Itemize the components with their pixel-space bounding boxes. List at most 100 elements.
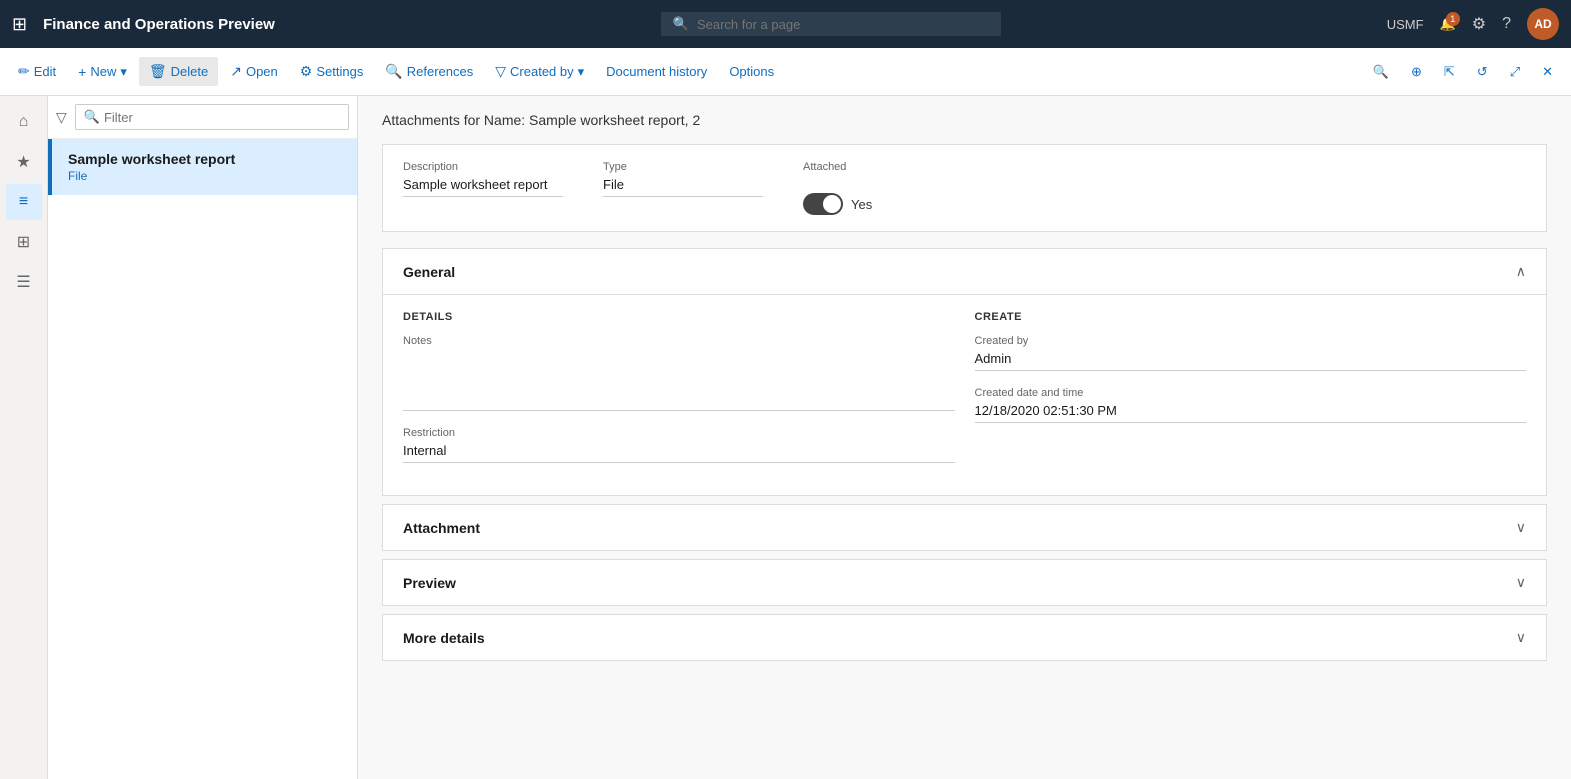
attachment-info: Description Sample worksheet report Type…	[382, 144, 1547, 232]
details-heading: DETAILS	[403, 311, 955, 323]
created-by-label: Created by	[975, 335, 1527, 347]
toolbar-search-button[interactable]: 🔍	[1363, 58, 1399, 86]
filter-icon: ▽	[495, 63, 506, 80]
general-section-title: General	[403, 264, 455, 280]
left-sidebar: ⌂ ★ ≡ ⊞ ☰	[0, 96, 48, 779]
app-title: Finance and Operations Preview	[43, 16, 275, 33]
attachment-section-header[interactable]: Attachment ∨	[383, 505, 1546, 550]
create-heading: CREATE	[975, 311, 1527, 323]
references-button[interactable]: 🔍 References	[375, 57, 483, 86]
search-input[interactable]	[697, 17, 989, 32]
new-dropdown-icon: ▾	[120, 64, 127, 80]
list-item-subtitle: File	[68, 169, 341, 183]
created-by-value: Admin	[975, 351, 1527, 371]
description-field-group: Description Sample worksheet report	[403, 161, 563, 197]
more-details-chevron-icon: ∨	[1516, 629, 1526, 646]
preview-chevron-icon: ∨	[1516, 574, 1526, 591]
restriction-label: Restriction	[403, 427, 955, 439]
more-details-section-title: More details	[403, 630, 485, 646]
sidebar-grid-icon[interactable]: ⊞	[6, 224, 42, 260]
general-grid: DETAILS Notes Restriction Internal CREAT…	[403, 311, 1526, 479]
open-button[interactable]: ↗ Open	[220, 57, 288, 86]
notification-bell[interactable]: 🔔 1	[1440, 16, 1456, 32]
notes-field: Notes	[403, 335, 955, 411]
filter-input[interactable]	[104, 110, 340, 125]
references-icon: 🔍	[385, 63, 402, 80]
search-icon: 🔍	[673, 16, 689, 32]
settings-gear-icon: ⚙	[300, 63, 313, 80]
created-by-field: Created by Admin	[975, 335, 1527, 371]
edit-button[interactable]: ✏ Edit	[8, 57, 66, 86]
refresh-icon: ↺	[1477, 64, 1488, 80]
settings-button[interactable]: ⚙ Settings	[290, 57, 374, 86]
new-button[interactable]: + New ▾	[68, 58, 137, 86]
sidebar-list-icon[interactable]: ≡	[6, 184, 42, 220]
attached-text: Yes	[851, 197, 872, 212]
open-icon: ↗	[230, 63, 242, 80]
delete-icon: 🗑	[149, 63, 167, 80]
search-bar[interactable]: 🔍	[661, 12, 1001, 36]
sidebar-menu-icon[interactable]: ☰	[6, 264, 42, 300]
sidebar-home-icon[interactable]: ⌂	[6, 104, 42, 140]
close-button[interactable]: ✕	[1532, 58, 1563, 86]
more-details-section-header[interactable]: More details ∨	[383, 615, 1546, 660]
attachment-section: Attachment ∨	[382, 504, 1547, 551]
fullscreen-icon: ⇱	[1444, 64, 1455, 80]
list-item[interactable]: Sample worksheet report File	[48, 139, 357, 195]
attachment-section-title: Attachment	[403, 520, 480, 536]
general-section-body: DETAILS Notes Restriction Internal CREAT…	[383, 295, 1546, 495]
type-value: File	[603, 177, 763, 197]
type-label: Type	[603, 161, 763, 173]
plus-icon: +	[78, 64, 86, 80]
toolbar-search-icon: 🔍	[1373, 64, 1389, 80]
main-layout: ⌂ ★ ≡ ⊞ ☰ ▽ 🔍 Sample worksheet report Fi…	[0, 96, 1571, 779]
restriction-value: Internal	[403, 443, 955, 463]
created-by-button[interactable]: ▽ Created by ▾	[485, 57, 594, 86]
description-label: Description	[403, 161, 563, 173]
general-chevron-icon: ∧	[1516, 263, 1526, 280]
filter-button[interactable]: ▽	[56, 109, 67, 126]
document-history-button[interactable]: Document history	[596, 58, 717, 85]
details-column: DETAILS Notes Restriction Internal	[403, 311, 955, 479]
general-section: General ∧ DETAILS Notes Restriction Int	[382, 248, 1547, 496]
create-column: CREATE Created by Admin Created date and…	[975, 311, 1527, 479]
preview-section-title: Preview	[403, 575, 456, 591]
top-nav: ⊞ Finance and Operations Preview 🔍 USMF …	[0, 0, 1571, 48]
list-item-title: Sample worksheet report	[68, 151, 341, 167]
delete-button[interactable]: 🗑 Delete	[139, 57, 218, 86]
attached-label: Attached	[803, 161, 963, 173]
detail-header: Attachments for Name: Sample worksheet r…	[382, 112, 1547, 128]
user-avatar[interactable]: AD	[1527, 8, 1559, 40]
grid-icon[interactable]: ⊞	[12, 14, 27, 35]
detail-panel: Attachments for Name: Sample worksheet r…	[358, 96, 1571, 779]
list-filter-row: ▽ 🔍	[48, 96, 357, 139]
refresh-button[interactable]: ↺	[1467, 58, 1498, 86]
sidebar-favorites-icon[interactable]: ★	[6, 144, 42, 180]
toolbar: ✏ Edit + New ▾ 🗑 Delete ↗ Open ⚙ Setting…	[0, 48, 1571, 96]
preview-section: Preview ∨	[382, 559, 1547, 606]
type-field-group: Type File	[603, 161, 763, 197]
description-value: Sample worksheet report	[403, 177, 563, 197]
help-icon[interactable]: ?	[1502, 15, 1511, 33]
notes-label: Notes	[403, 335, 955, 347]
attached-field-group: Attached Yes	[803, 161, 963, 215]
created-by-dropdown-icon: ▾	[578, 64, 585, 80]
fullscreen-button[interactable]: ⇱	[1434, 58, 1465, 86]
notes-value	[403, 351, 955, 411]
created-date-label: Created date and time	[975, 387, 1527, 399]
personalize-button[interactable]: ⊕	[1401, 58, 1432, 86]
general-section-header[interactable]: General ∧	[383, 249, 1546, 295]
created-date-field: Created date and time 12/18/2020 02:51:3…	[975, 387, 1527, 423]
more-details-section: More details ∨	[382, 614, 1547, 661]
popout-button[interactable]: ⤢	[1500, 58, 1530, 86]
attached-toggle[interactable]	[803, 193, 843, 215]
personalize-icon: ⊕	[1411, 64, 1422, 80]
list-panel: ▽ 🔍 Sample worksheet report File	[48, 96, 358, 779]
options-button[interactable]: Options	[719, 58, 784, 85]
attachment-chevron-icon: ∨	[1516, 519, 1526, 536]
settings-icon[interactable]: ⚙	[1472, 14, 1486, 34]
filter-input-wrap[interactable]: 🔍	[75, 104, 349, 130]
top-nav-right: USMF 🔔 1 ⚙ ? AD	[1387, 8, 1559, 40]
preview-section-header[interactable]: Preview ∨	[383, 560, 1546, 605]
user-code: USMF	[1387, 17, 1424, 32]
